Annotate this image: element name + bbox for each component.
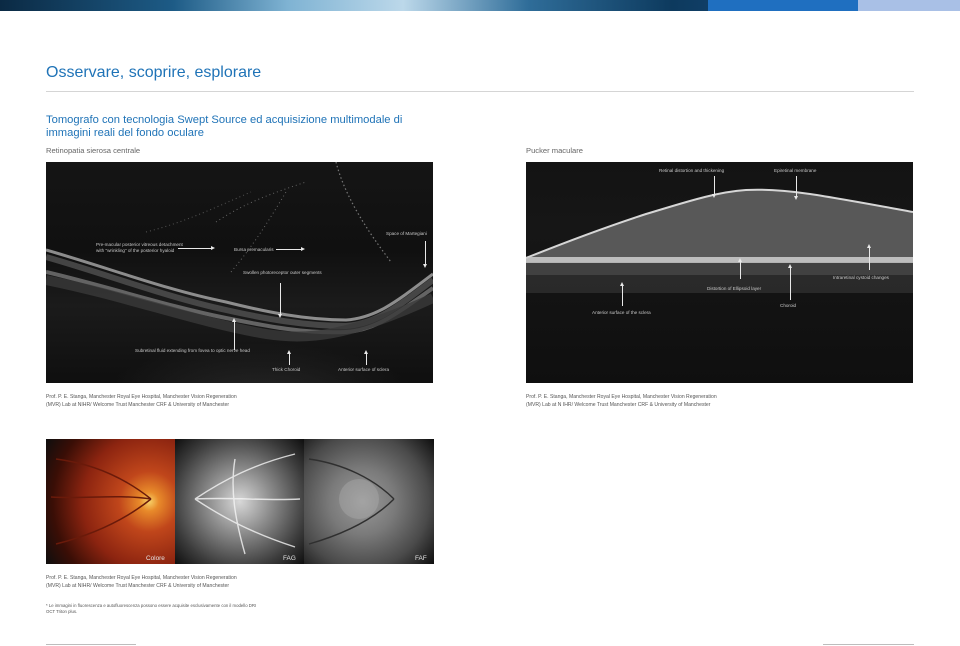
oct-annotation-swollen: Swollen photoreceptor outer segments [243,270,322,275]
arrow-up-icon [867,244,871,270]
arrow-right-icon [276,247,305,251]
arrow-down-icon [278,283,282,318]
vessels-graphic [194,453,301,555]
fundus-caption-color: Colore [146,555,165,562]
oct-annotation-retinal-distortion: Retinal distortion and thickening [659,168,725,173]
oct-right-layers-graphic [526,188,913,293]
arrow-up-icon [738,258,742,279]
oct-annotation-subretinal: Subretinal fluid extending from fovea to… [135,348,250,353]
footnote: * Le immagini in fluorescenza e autofluo… [46,603,257,614]
section-subtitle: Tomografo con tecnologia Swept Source ed… [46,114,403,139]
arrow-up-icon [287,350,291,365]
oct-annotation-choroid: Choroid [780,303,797,308]
oct-annotation-thick-choroid: Thick Choroid [272,367,301,372]
fundus-color-image: Colore [46,439,175,564]
oct-scan-macular-pucker: Retinal distortion and thickening Epiret… [526,162,913,383]
oct-annotation-premacular: Pre-macular posterior vitreous detachmen… [96,242,183,253]
arrow-right-icon [178,246,215,250]
oct-annotation-martegiani: Space of Martegiani [386,231,427,236]
oct-scan-serous-retinopathy: Pre-macular posterior vitreous detachmen… [46,162,433,383]
arrow-down-icon [794,176,798,200]
oct-annotation-intraretinal: Intraretinal cystoid changes [833,275,889,280]
title-divider [46,91,914,92]
arrow-up-icon [620,282,624,306]
arrow-down-icon [423,241,427,268]
right-section-label: Pucker maculare [526,146,583,155]
header-blue-segment [708,0,858,11]
oct-annotation-bursa: Bursa premacularis [234,247,274,252]
oct-annotation-anterior-sclera: Anterior surface of sclera [338,367,390,372]
page-title: Osservare, scoprire, esplorare [46,64,262,81]
right-image-credit: Prof. P. E. Stanga, Manchester Royal Eye… [526,394,717,408]
fundus-caption-faf: FAF [415,555,427,562]
fundus-caption-fag: FAG [283,555,296,562]
fundus-faf-image: FAF [304,439,434,564]
fundus-image-credit: Prof. P. E. Stanga, Manchester Royal Eye… [46,575,237,589]
arrow-up-icon [364,350,368,365]
fundus-images-panel: Colore FAG FAF [46,439,434,564]
oct-annotation-ellipsoid: Distortion of Ellipsoid layer [707,286,762,291]
oct-annotation-epiretinal: Epiretinal membrane [774,168,817,173]
vessels-graphic [50,458,152,545]
header-light-segment [858,0,960,11]
left-image-credit: Prof. P. E. Stanga, Manchester Royal Eye… [46,394,237,408]
arrow-up-icon [788,264,792,300]
vessels-graphic [308,458,395,545]
arrow-down-icon [712,176,716,198]
left-section-label: Retinopatia sierosa centrale [46,146,141,155]
bottom-divider-left [46,644,136,645]
fundus-fag-image: FAG [175,439,304,564]
oct-annotation-anterior-sclera: Anterior surface of the sclera [592,310,651,315]
arrow-up-icon [232,318,236,350]
bottom-divider-right [823,644,914,645]
